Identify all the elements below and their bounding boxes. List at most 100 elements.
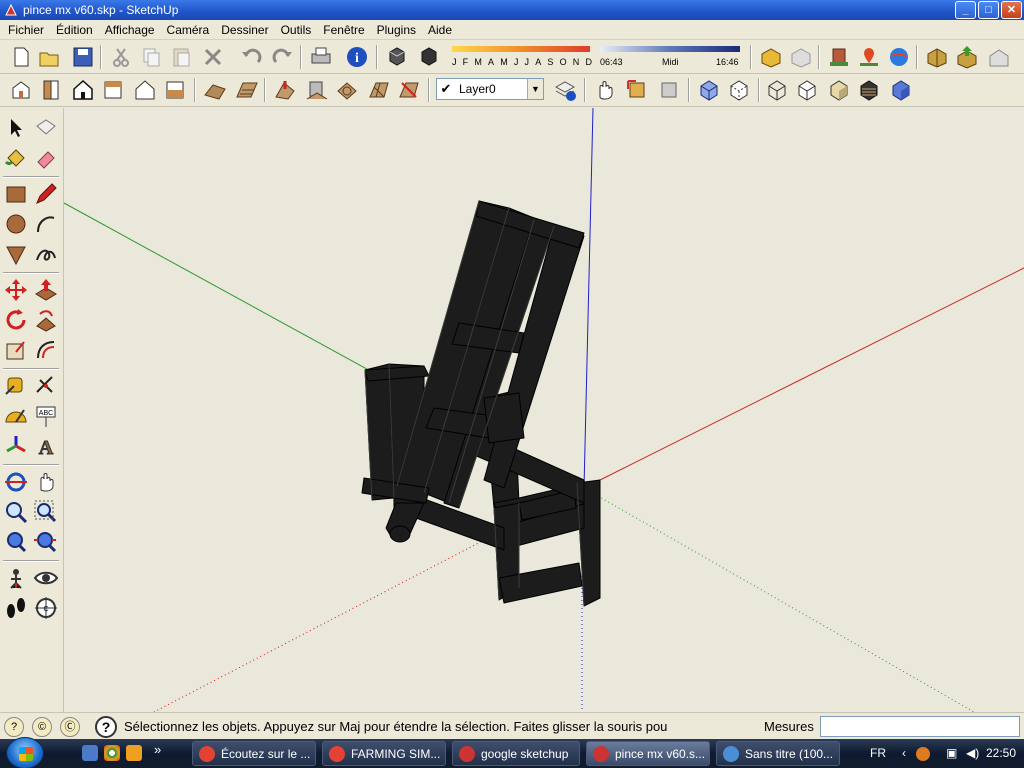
menu-dessiner[interactable]: Dessiner: [215, 21, 274, 39]
minimize-button[interactable]: _: [955, 1, 976, 19]
model-info-icon[interactable]: i: [344, 44, 370, 70]
layer-dropdown[interactable]: ✔ Layer0 ▼: [436, 78, 544, 100]
menu-camera[interactable]: Caméra: [161, 21, 216, 39]
share-model-icon[interactable]: [788, 44, 814, 70]
front-view-icon[interactable]: [70, 77, 96, 103]
top-view-icon[interactable]: [38, 77, 64, 103]
shadow-time-slider[interactable]: 06:43 Midi 16:46: [600, 44, 742, 74]
left-view-icon[interactable]: [162, 77, 188, 103]
copy-icon[interactable]: [138, 44, 164, 70]
position-camera-icon[interactable]: [2, 564, 30, 592]
clock[interactable]: 22:50: [986, 746, 1016, 760]
circle-tool-icon[interactable]: [2, 210, 30, 238]
task-button[interactable]: FARMING SIM...: [322, 741, 446, 766]
chrome-icon[interactable]: [104, 745, 120, 761]
section-plane-tool-icon[interactable]: C: [32, 594, 60, 622]
warehouse-icon[interactable]: [986, 44, 1012, 70]
close-button[interactable]: ✕: [1001, 1, 1022, 19]
measurements-input[interactable]: [820, 716, 1020, 737]
scale-tool-icon[interactable]: [2, 336, 30, 364]
drape-icon[interactable]: [334, 77, 360, 103]
move-tool-icon[interactable]: [2, 276, 30, 304]
pan-tool-icon[interactable]: [32, 468, 60, 496]
geolocation-icon[interactable]: ?: [4, 717, 24, 737]
right-view-icon[interactable]: [100, 77, 126, 103]
section-display-icon[interactable]: [656, 77, 682, 103]
smoove-icon[interactable]: [272, 77, 298, 103]
menu-fichier[interactable]: Fichier: [2, 21, 50, 39]
model-viewport[interactable]: [64, 108, 1024, 712]
protractor-icon[interactable]: [2, 402, 30, 430]
pince-model[interactable]: [361, 200, 601, 607]
start-button[interactable]: [6, 737, 44, 768]
network-icon[interactable]: ▣: [946, 746, 957, 760]
text-tool-icon[interactable]: ABC: [32, 402, 60, 430]
sandbox-scratch-icon[interactable]: [234, 77, 260, 103]
follow-me-icon[interactable]: [32, 306, 60, 334]
erase-icon[interactable]: [200, 44, 226, 70]
upload-component-icon[interactable]: [954, 44, 980, 70]
media-player-icon[interactable]: [126, 745, 142, 761]
polygon-tool-icon[interactable]: [2, 240, 30, 268]
menu-aide[interactable]: Aide: [422, 21, 458, 39]
push-pull-icon[interactable]: [32, 276, 60, 304]
tape-measure-icon[interactable]: [2, 372, 30, 400]
freehand-tool-icon[interactable]: [32, 240, 60, 268]
shaded-style-icon[interactable]: [826, 77, 852, 103]
menu-plugins[interactable]: Plugins: [371, 21, 422, 39]
flip-edge-icon[interactable]: [396, 77, 422, 103]
make-component-icon[interactable]: [32, 114, 60, 142]
new-file-icon[interactable]: [8, 44, 34, 70]
add-detail-icon[interactable]: [366, 77, 392, 103]
paint-bucket-icon[interactable]: [2, 144, 30, 172]
layer-visible-check[interactable]: ✔: [437, 81, 455, 97]
task-button[interactable]: Écoutez sur le ...: [192, 741, 316, 766]
help-icon[interactable]: ?: [95, 716, 117, 738]
maximize-button[interactable]: □: [978, 1, 999, 19]
dimension-tool-icon[interactable]: [32, 372, 60, 400]
shadow-month-slider[interactable]: J F M A M J J A S O N D: [452, 44, 592, 74]
chevron-down-icon[interactable]: ▼: [527, 79, 543, 99]
shaded-textures-style-icon[interactable]: [856, 77, 882, 103]
show-desktop-icon[interactable]: [82, 745, 98, 761]
iso-view-icon[interactable]: [8, 77, 34, 103]
copyright-icon[interactable]: Ⓒ: [60, 717, 80, 737]
place-model-icon[interactable]: [826, 44, 852, 70]
rectangle-tool-icon[interactable]: [2, 180, 30, 208]
previous-view-icon[interactable]: [2, 528, 30, 556]
chevron-left-icon[interactable]: ‹: [902, 746, 906, 760]
menu-fenetre[interactable]: Fenêtre: [317, 21, 370, 39]
back-view-icon[interactable]: [132, 77, 158, 103]
stamp-icon[interactable]: [304, 77, 330, 103]
component-icon[interactable]: [924, 44, 950, 70]
pan-hand-icon[interactable]: [592, 77, 618, 103]
open-file-icon[interactable]: [36, 44, 62, 70]
monochrome-style-icon[interactable]: [888, 77, 914, 103]
menu-outils[interactable]: Outils: [275, 21, 318, 39]
select-arrow-icon[interactable]: [2, 114, 30, 142]
paste-icon[interactable]: [168, 44, 194, 70]
google-earth-icon[interactable]: [886, 44, 912, 70]
section-plane-icon[interactable]: [624, 77, 650, 103]
pencil-line-icon[interactable]: [32, 180, 60, 208]
menu-edition[interactable]: Édition: [50, 21, 99, 39]
print-icon[interactable]: [308, 44, 334, 70]
offset-tool-icon[interactable]: [32, 336, 60, 364]
credits-icon[interactable]: ©: [32, 717, 52, 737]
back-edges-style-icon[interactable]: [726, 77, 752, 103]
shadow-toggle-icon[interactable]: [384, 44, 410, 70]
shadow-settings-icon[interactable]: [416, 44, 442, 70]
volume-icon[interactable]: ◀): [966, 746, 979, 760]
axes-tool-icon[interactable]: [2, 432, 30, 460]
zoom-tool-icon[interactable]: [2, 498, 30, 526]
get-location-icon[interactable]: [856, 44, 882, 70]
look-around-icon[interactable]: [32, 564, 60, 592]
menu-affichage[interactable]: Affichage: [99, 21, 161, 39]
zoom-extents-icon[interactable]: [32, 528, 60, 556]
language-indicator[interactable]: FR: [870, 746, 886, 760]
walk-tool-icon[interactable]: [2, 594, 30, 622]
zoom-window-icon[interactable]: [32, 498, 60, 526]
xray-style-icon[interactable]: [696, 77, 722, 103]
task-button[interactable]: google sketchup: [452, 741, 580, 766]
hidden-line-style-icon[interactable]: [794, 77, 820, 103]
